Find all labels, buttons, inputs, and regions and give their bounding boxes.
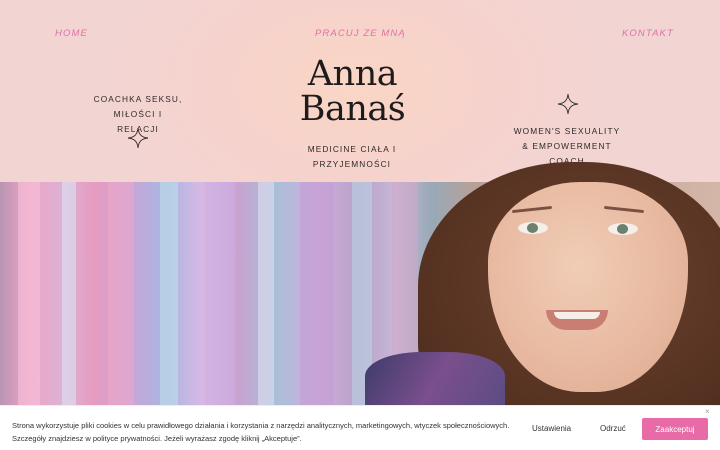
cookie-message-line2: Szczegóły znajdziesz w polityce prywatno… [12,433,302,443]
cookie-settings-button[interactable]: Ustawienia [532,424,571,433]
background-streak [258,182,274,405]
nav-home-link[interactable]: HOME [55,28,88,39]
background-streak [18,182,40,405]
sparkle-icon [557,93,579,115]
background-streak [108,182,134,405]
cookie-message-line1: Strona wykorzystuje pliki cookies w celu… [12,421,510,430]
cookie-message: Strona wykorzystuje pliki cookies w celu… [12,420,512,445]
cookie-reject-button[interactable]: Odrzuć [600,424,626,433]
nav-work-with-me-link[interactable]: PRACUJ ZE MNĄ [315,28,406,39]
sparkle-icon [127,127,149,149]
tagline-center: MEDICINE CIAŁA I PRZYJEMNOŚCI [307,144,397,169]
brand-name-last: Banaś [299,89,406,129]
brand-name-first: Anna [307,54,398,94]
background-streak [205,182,235,405]
nav-contact-link[interactable]: KONTAKT [622,28,674,39]
background-streak [160,182,178,405]
background-streak [62,182,76,405]
tagline-left-line1: COACHKA SEKSU, [93,94,183,104]
site-header: HOME PRACUJ ZE MNĄ KONTAKT COACHKA SEKSU… [0,0,720,182]
background-streak [300,182,334,405]
close-icon[interactable]: × [705,407,710,416]
portrait-shirt [365,352,505,412]
tagline-right-line1: WOMEN'S SEXUALITY [513,126,621,136]
brand-logo[interactable]: Anna Banaś [280,57,425,127]
portrait-eye [608,223,638,235]
cookie-accept-button[interactable]: Zaakceptuj [642,418,708,440]
portrait-eye [518,222,548,234]
